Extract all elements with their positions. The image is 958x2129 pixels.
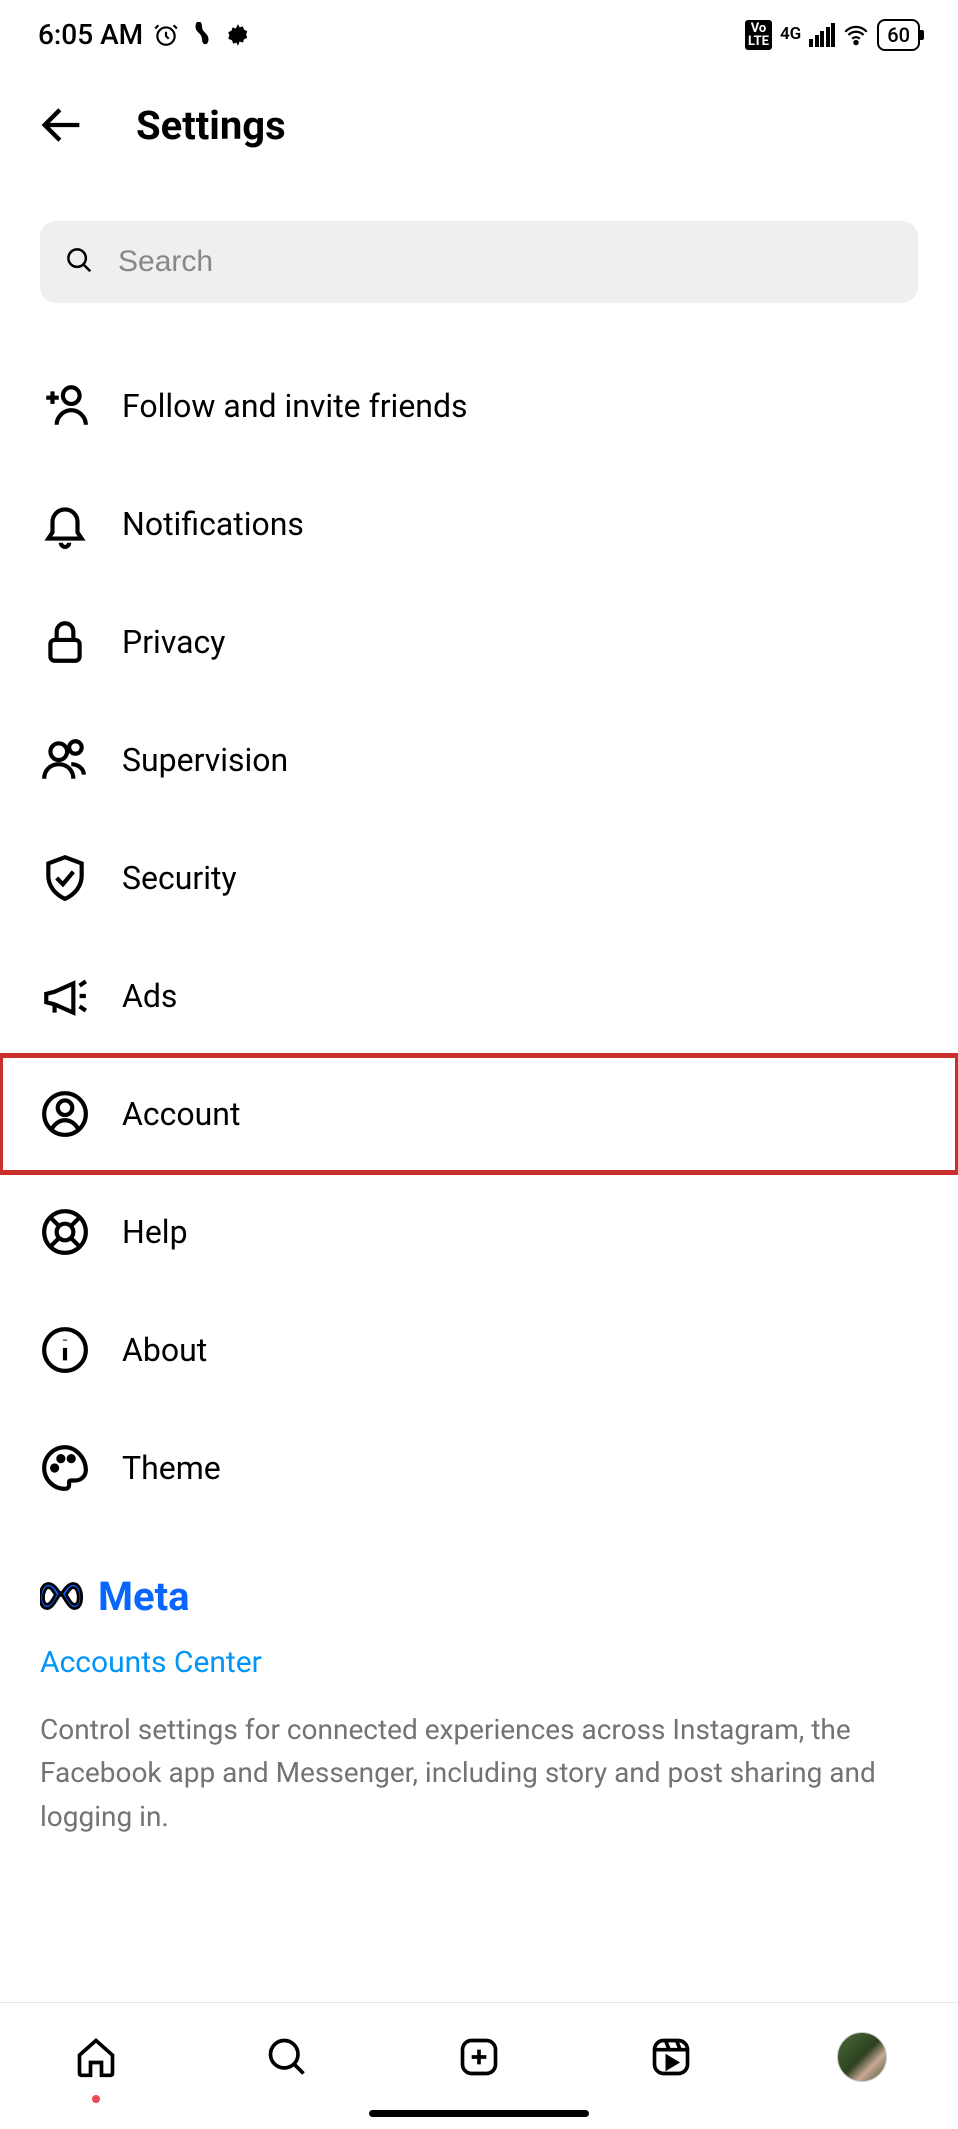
status-bar: 6:05 AM VoLTE 4G 60 <box>0 0 958 61</box>
settings-menu: Follow and invite friends Notifications … <box>0 323 958 1551</box>
menu-item-theme[interactable]: Theme <box>0 1409 958 1527</box>
nav-create[interactable] <box>451 2029 507 2085</box>
menu-item-privacy[interactable]: Privacy <box>0 583 958 701</box>
menu-label: Theme <box>122 1449 221 1487</box>
meta-brand-text: Meta <box>98 1573 190 1620</box>
wifi-icon <box>843 22 869 48</box>
avatar <box>837 2032 887 2082</box>
meta-logo: Meta <box>40 1571 918 1621</box>
home-indicator <box>369 2110 589 2117</box>
search-input[interactable] <box>118 245 894 279</box>
menu-item-security[interactable]: Security <box>0 819 958 937</box>
menu-label: Supervision <box>122 741 288 779</box>
profile-circle-icon <box>40 1089 90 1139</box>
menu-item-supervision[interactable]: Supervision <box>0 701 958 819</box>
status-bar-left: 6:05 AM <box>38 18 251 51</box>
notification-dot-icon <box>92 2095 100 2103</box>
back-button[interactable] <box>36 99 88 151</box>
nav-profile[interactable] <box>834 2029 890 2085</box>
status-time: 6:05 AM <box>38 18 143 51</box>
network-type: 4G <box>780 26 801 43</box>
signal-bars-icon <box>809 23 835 47</box>
menu-item-about[interactable]: About <box>0 1291 958 1409</box>
menu-item-follow-invite[interactable]: Follow and invite friends <box>0 347 958 465</box>
menu-label: Privacy <box>122 623 225 661</box>
palette-icon <box>40 1443 90 1493</box>
nav-search[interactable] <box>259 2029 315 2085</box>
volte-icon: VoLTE <box>745 20 772 50</box>
battery-level: 60 <box>887 23 910 47</box>
meta-infinity-icon <box>40 1571 90 1621</box>
menu-label: Account <box>122 1095 240 1133</box>
nav-home[interactable] <box>68 2029 124 2085</box>
menu-label: About <box>122 1331 207 1369</box>
search-icon <box>64 245 94 279</box>
lock-icon <box>40 617 90 667</box>
menu-item-help[interactable]: Help <box>0 1173 958 1291</box>
info-icon <box>40 1325 90 1375</box>
menu-item-account[interactable]: Account <box>0 1055 958 1173</box>
menu-label: Notifications <box>122 505 304 543</box>
search-box[interactable] <box>40 221 918 303</box>
settings-gear-icon <box>225 22 251 48</box>
alarm-icon <box>153 22 179 48</box>
menu-label: Help <box>122 1213 188 1251</box>
menu-label: Follow and invite friends <box>122 387 468 425</box>
page-title: Settings <box>136 102 286 149</box>
meta-description: Control settings for connected experienc… <box>40 1708 918 1838</box>
accounts-center-link[interactable]: Accounts Center <box>40 1645 262 1680</box>
people-icon <box>40 735 90 785</box>
bell-icon <box>40 499 90 549</box>
lifebuoy-icon <box>40 1207 90 1257</box>
battery-indicator: 60 <box>877 19 920 51</box>
add-person-icon <box>40 381 90 431</box>
menu-label: Ads <box>122 977 177 1015</box>
menu-item-ads[interactable]: Ads <box>0 937 958 1055</box>
meta-section: Meta Accounts Center Control settings fo… <box>0 1551 958 1898</box>
menu-item-notifications[interactable]: Notifications <box>0 465 958 583</box>
nav-reels[interactable] <box>643 2029 699 2085</box>
menu-label: Security <box>122 859 237 897</box>
shield-check-icon <box>40 853 90 903</box>
data-sync-icon <box>189 22 215 48</box>
megaphone-icon <box>40 971 90 1021</box>
status-bar-right: VoLTE 4G 60 <box>745 19 920 51</box>
app-header: Settings <box>0 61 958 171</box>
